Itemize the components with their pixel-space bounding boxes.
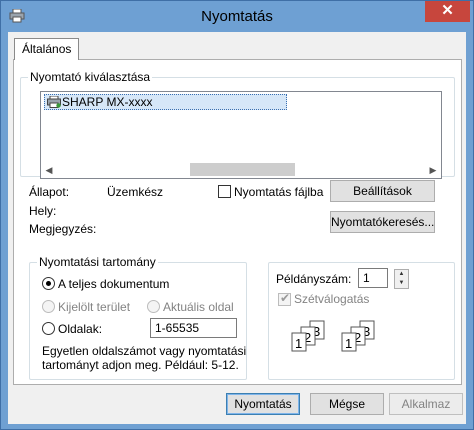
scroll-left-icon[interactable]: ◀: [43, 164, 55, 176]
printer-list-scrollbar[interactable]: ◀ ▶: [41, 161, 441, 178]
copies-spinner[interactable]: ▲ ▼: [394, 269, 409, 289]
window-title: Nyomtatás: [201, 8, 273, 25]
preferences-button[interactable]: Beállítások: [330, 180, 435, 202]
apply-button[interactable]: Alkalmaz: [389, 393, 463, 415]
find-printer-button[interactable]: Nyomtatókeresés...: [330, 211, 435, 233]
copies-label: Példányszám:: [276, 272, 352, 286]
title-bar: Nyomtatás ✕: [1, 1, 473, 32]
print-to-file-label[interactable]: Nyomtatás fájlba: [234, 185, 323, 199]
collate-label: Szétválogatás: [294, 292, 370, 306]
scrollbar-thumb[interactable]: [190, 163, 295, 176]
collate-checkbox[interactable]: ✔: [278, 291, 291, 306]
spin-down-icon[interactable]: ▼: [395, 279, 408, 288]
pages-input[interactable]: 1-65535: [150, 318, 237, 338]
close-button[interactable]: ✕: [425, 1, 470, 22]
copies-input[interactable]: 1: [358, 268, 388, 288]
printer-name: SHARP MX-xxxx: [62, 95, 153, 109]
current-page-radio[interactable]: [147, 300, 160, 313]
printer-icon: [47, 96, 61, 108]
page-range-help-line1: Egyetlen oldalszámot vagy nyomtatási: [42, 344, 247, 358]
svg-text:1: 1: [295, 336, 302, 351]
current-page-label: Aktuális oldal: [163, 300, 234, 314]
dialog-client-area: Általános Nyomtató kiválasztása Állapot:…: [8, 32, 466, 424]
print-button[interactable]: Nyomtatás: [226, 393, 300, 415]
printer-list[interactable]: SHARP MX-xxxx ◀ ▶: [40, 91, 442, 179]
pages-radio[interactable]: [42, 322, 55, 335]
status-label: Állapot:: [29, 185, 70, 199]
page-range-group-title: Nyomtatási tartomány: [37, 255, 158, 269]
collate-pages-icon: 3 2 1: [341, 320, 375, 352]
scroll-right-icon[interactable]: ▶: [427, 164, 439, 176]
comment-label: Megjegyzés:: [29, 222, 97, 236]
print-to-file-checkbox[interactable]: [218, 185, 231, 198]
selection-label: Kijelölt terület: [58, 300, 131, 314]
collate-pages-icon: 3 2 1: [291, 320, 325, 352]
all-pages-label[interactable]: A teljes dokumentum: [58, 277, 169, 291]
svg-text:1: 1: [345, 336, 352, 351]
tab-general[interactable]: Általános: [14, 38, 80, 60]
printer-list-item[interactable]: SHARP MX-xxxx: [44, 94, 287, 110]
selection-radio[interactable]: [42, 300, 55, 313]
print-dialog: Nyomtatás ✕ Általános Nyomtató kiválaszt…: [0, 0, 474, 430]
all-pages-radio[interactable]: [42, 277, 55, 290]
checkmark-icon: ✔: [280, 291, 291, 305]
status-value: Üzemkész: [107, 185, 164, 199]
page-range-help-line2: tartományt adjon meg. Például: 5-12.: [42, 358, 239, 372]
spin-up-icon[interactable]: ▲: [395, 270, 408, 279]
pages-label[interactable]: Oldalak:: [58, 322, 102, 336]
location-label: Hely:: [29, 204, 57, 218]
cancel-button[interactable]: Mégse: [310, 393, 384, 415]
printer-select-group-title: Nyomtató kiválasztása: [28, 70, 153, 84]
